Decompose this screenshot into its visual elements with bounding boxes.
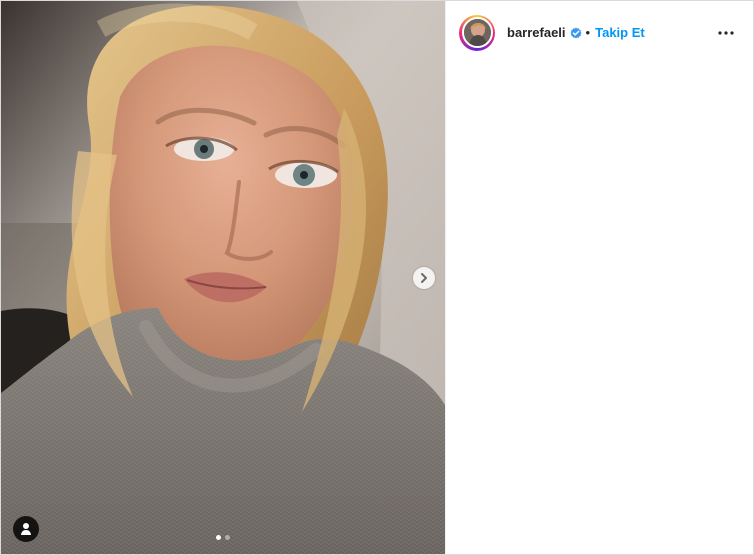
post-photo <box>1 1 445 554</box>
carousel-dot-active <box>216 535 221 540</box>
header-separator: • <box>585 25 591 40</box>
post-media[interactable] <box>1 1 445 554</box>
post-header: barrefaeli • Takip Et <box>446 1 753 64</box>
avatar[interactable] <box>461 17 493 48</box>
instagram-post-dialog: barrefaeli • Takip Et <box>0 0 754 555</box>
more-horizontal-icon <box>718 30 734 35</box>
carousel-indicator <box>1 535 445 540</box>
more-options-button[interactable] <box>714 21 738 45</box>
next-photo-button[interactable] <box>413 267 435 289</box>
carousel-dot <box>225 535 230 540</box>
verified-badge-icon <box>570 27 582 39</box>
follow-button[interactable]: Takip Et <box>595 25 645 40</box>
username-link[interactable]: barrefaeli <box>507 25 566 40</box>
chevron-right-icon <box>421 273 427 283</box>
tagged-users-button[interactable] <box>13 516 39 542</box>
profile-avatar-ring[interactable] <box>459 14 495 51</box>
post-side-panel: barrefaeli • Takip Et <box>445 1 753 554</box>
user-tag-icon <box>21 523 31 535</box>
